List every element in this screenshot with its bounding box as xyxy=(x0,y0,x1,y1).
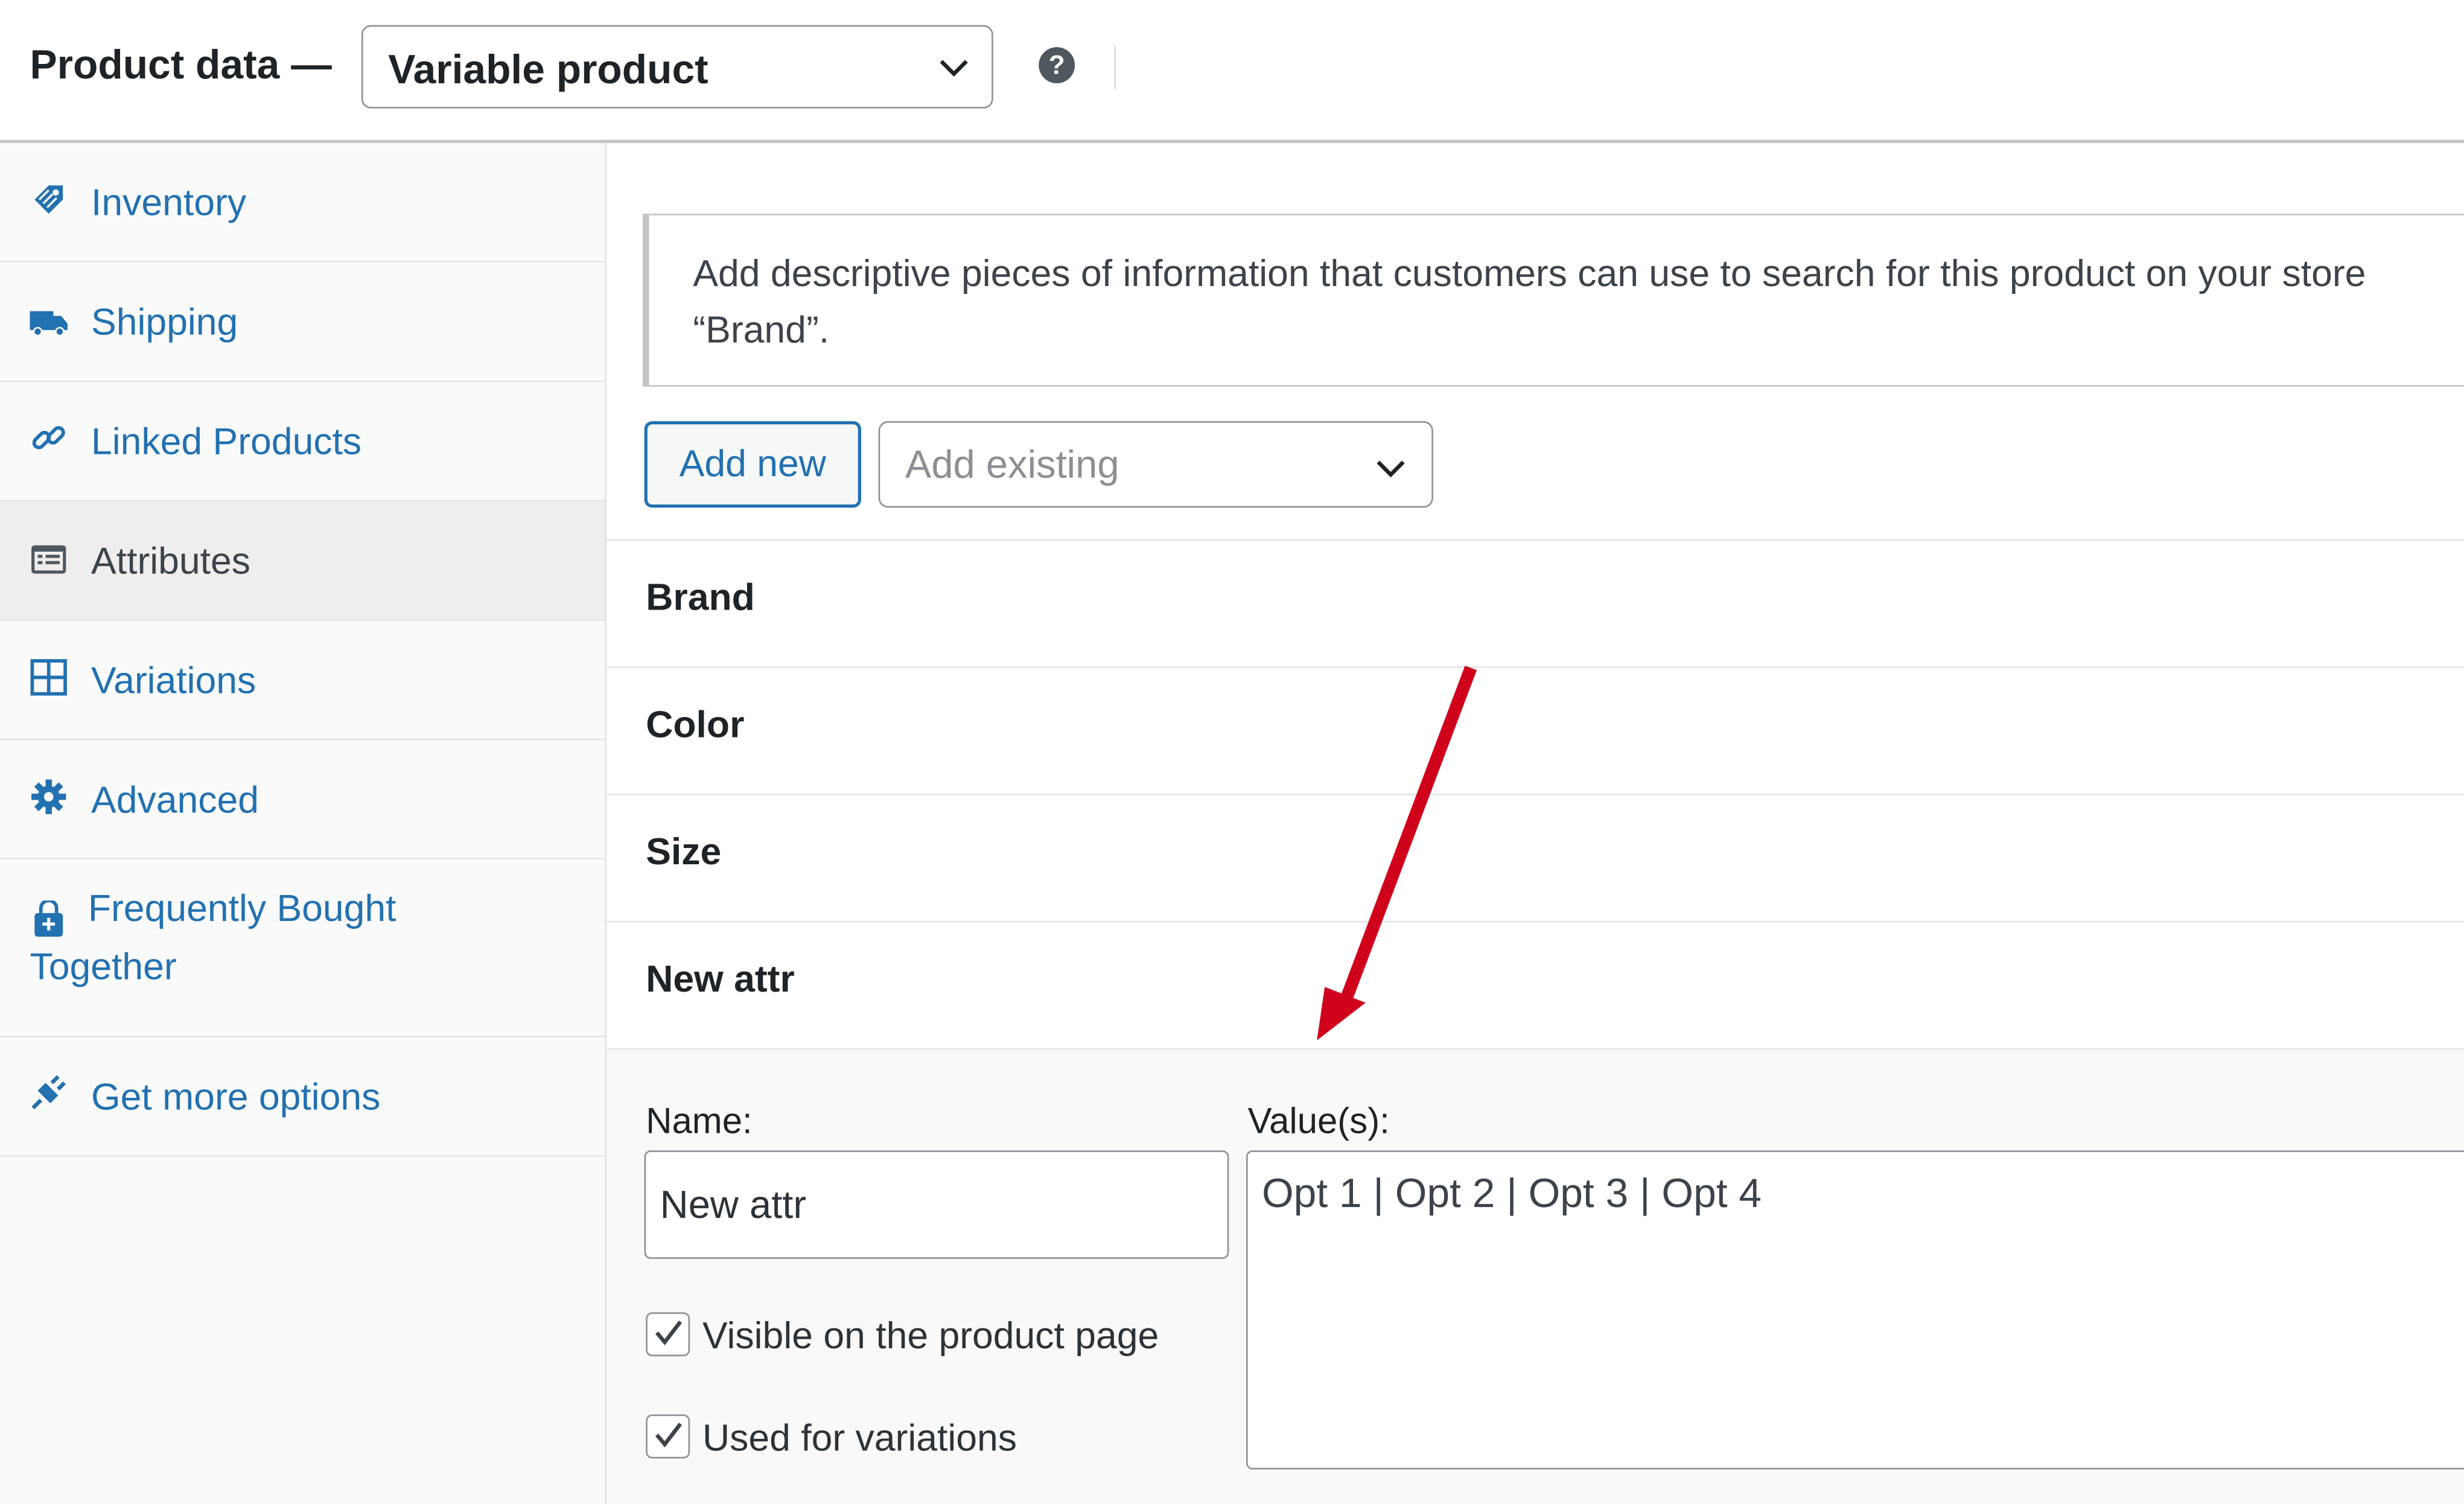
grid-icon xyxy=(30,659,67,696)
product-type-value: Variable product xyxy=(388,45,708,93)
visible-on-product-page-label: Visible on the product page xyxy=(702,1315,1159,1358)
chevron-down-icon xyxy=(940,60,968,77)
attribute-name: Size xyxy=(646,831,722,874)
tag-icon xyxy=(34,185,63,214)
checkmark-icon xyxy=(655,1423,683,1448)
name-label: Name: xyxy=(646,1100,753,1141)
chevron-down-icon xyxy=(1377,460,1405,478)
attribute-row-color[interactable]: Color xyxy=(606,666,2464,794)
header-divider xyxy=(1114,45,1116,90)
product-data-tabs: Inventory Shipping Linked Products Attri… xyxy=(0,142,607,1504)
tab-frequently-bought-together[interactable]: Frequently Bought Together xyxy=(0,859,605,1037)
tab-label: Frequently Bought Together xyxy=(30,888,396,989)
tab-shipping[interactable]: Shipping xyxy=(0,262,605,382)
list-icon xyxy=(31,545,66,574)
values-label: Value(s): xyxy=(1247,1100,1390,1141)
tab-inventory[interactable]: Inventory xyxy=(0,142,605,263)
used-for-variations-checkbox[interactable] xyxy=(646,1414,690,1459)
plugin-icon xyxy=(31,1075,66,1110)
tab-label: Advanced xyxy=(91,779,259,822)
truck-icon xyxy=(30,311,68,337)
notice-text: Add descriptive pieces of information th… xyxy=(693,253,2366,352)
tab-variations[interactable]: Variations xyxy=(0,620,605,741)
tab-linked-products[interactable]: Linked Products xyxy=(0,381,605,502)
visible-on-product-page-checkbox[interactable] xyxy=(646,1312,690,1357)
attribute-name-value: New attr xyxy=(660,1183,807,1228)
tab-label: Linked Products xyxy=(91,421,362,464)
attribute-name: New attr xyxy=(646,958,795,1001)
tab-label: Shipping xyxy=(91,301,238,345)
add-new-button[interactable]: Add new xyxy=(644,421,861,508)
link-icon xyxy=(32,426,65,450)
attribute-row-size[interactable]: Size xyxy=(606,794,2464,921)
tab-label: Get more options xyxy=(91,1076,381,1120)
attribute-row-new-attr[interactable]: New attr xyxy=(606,920,2464,1048)
tab-get-more-options[interactable]: Get more options xyxy=(0,1037,605,1157)
help-icon[interactable]: ? xyxy=(1039,47,1075,84)
tab-label: Attributes xyxy=(91,540,251,584)
gear-icon xyxy=(31,779,66,814)
tab-label: Variations xyxy=(91,660,256,703)
stage: Product data — Variable product ? Invent… xyxy=(0,0,2464,1504)
attribute-values-textarea[interactable]: Opt 1 | Opt 2 | Opt 3 | Opt 4 xyxy=(1246,1150,2464,1470)
product-data-title: Product data — xyxy=(30,40,332,88)
attribute-name: Color xyxy=(646,704,745,747)
tab-attributes[interactable]: Attributes xyxy=(0,501,605,621)
tab-label: Inventory xyxy=(91,182,247,225)
attribute-row-brand[interactable]: Brand xyxy=(606,539,2464,667)
attributes-notice: Add descriptive pieces of information th… xyxy=(643,214,2464,387)
checkmark-icon xyxy=(655,1320,683,1346)
add-existing-placeholder: Add existing xyxy=(905,443,1119,488)
product-data-header: Product data — Variable product ? xyxy=(0,0,2464,143)
attribute-name-input[interactable]: New attr xyxy=(644,1150,1229,1259)
tab-advanced[interactable]: Advanced xyxy=(0,740,605,860)
used-for-variations-label: Used for variations xyxy=(702,1417,1017,1461)
attribute-name: Brand xyxy=(646,576,755,619)
product-type-select[interactable]: Variable product xyxy=(361,25,993,109)
add-existing-select[interactable]: Add existing xyxy=(878,421,1433,508)
attribute-values-value: Opt 1 | Opt 2 | Opt 3 | Opt 4 xyxy=(1262,1169,1762,1217)
